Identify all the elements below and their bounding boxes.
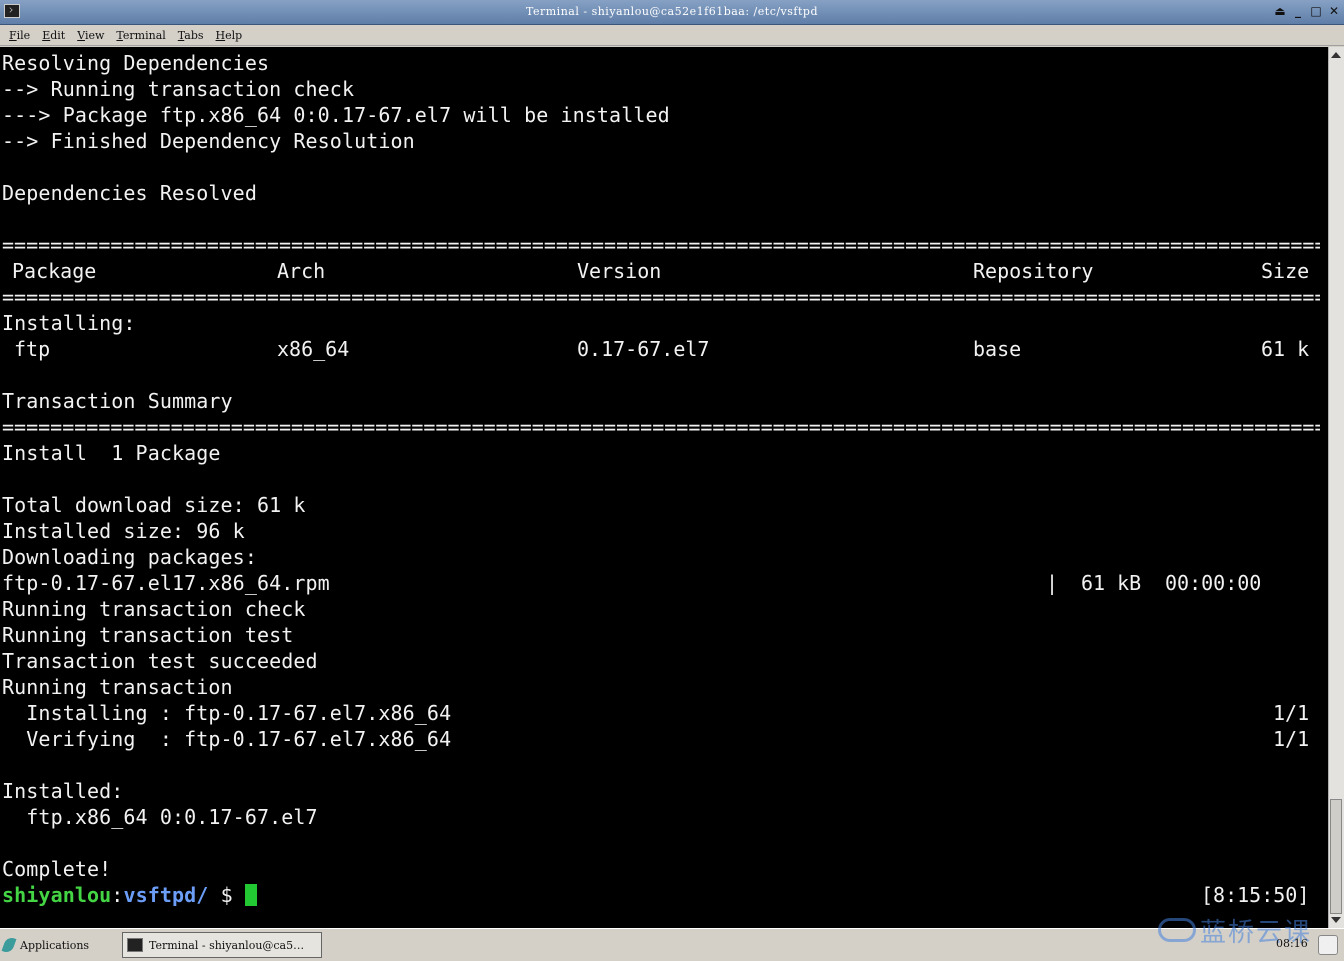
running-check: Running transaction check (2, 597, 306, 621)
menu-tabs[interactable]: Tabs (173, 29, 211, 42)
table-cell-size: 61 k (1261, 337, 1310, 361)
rpm-file: ftp-0.17-67.el17.x86_64.rpm (2, 571, 330, 595)
running-test: Running transaction test (2, 623, 294, 647)
downloading-label: Downloading packages: (2, 545, 257, 569)
terminal-line: --> Finished Dependency Resolution (2, 129, 415, 153)
separator-line: ========================================… (2, 233, 1320, 257)
shade-button[interactable]: ⏏ (1272, 3, 1288, 19)
table-cell-package: ftp (14, 337, 51, 361)
terminal-line: --> Running transaction check (2, 77, 355, 101)
download-size: Total download size: 61 k (2, 493, 306, 517)
prompt-path: vsftpd/ (123, 883, 209, 907)
prompt-symbol: $ (208, 883, 245, 907)
terminal-line: Dependencies Resolved (2, 181, 257, 205)
prompt-user: shiyanlou (2, 883, 112, 907)
running-transaction: Running transaction (2, 675, 233, 699)
taskbar-clock: 08:16 (1276, 937, 1308, 950)
verifying-step-count: 1/1 (1273, 727, 1310, 751)
close-button[interactable]: ✕ (1326, 3, 1342, 19)
scroll-up-arrow-icon[interactable] (1331, 52, 1341, 58)
table-header-package: Package (12, 259, 97, 283)
menu-file[interactable]: File (4, 29, 37, 42)
applications-leaf-icon (1, 935, 17, 955)
terminal-output[interactable]: Resolving Dependencies --> Running trans… (0, 47, 1328, 928)
taskbar-terminal-button[interactable]: Terminal - shiyanlou@ca5… (122, 932, 322, 958)
menu-help[interactable]: Help (211, 29, 250, 42)
table-header-arch: Arch (277, 259, 326, 283)
rpm-time: 00:00:00 (1165, 571, 1262, 595)
system-tray-icon[interactable] (1318, 935, 1338, 955)
table-cell-repository: base (973, 337, 1022, 361)
scrollbar-thumb[interactable] (1330, 799, 1342, 914)
summary-label: Transaction Summary (2, 389, 233, 413)
separator-line: ========================================… (2, 285, 1320, 309)
watermark-logo: 蓝桥云课 (1158, 913, 1338, 948)
applications-menu[interactable]: Applications (1, 933, 90, 957)
progress-bar-divider: | (1046, 571, 1059, 595)
installed-size: Installed size: 96 k (2, 519, 245, 543)
table-cell-arch: x86_64 (277, 337, 350, 361)
shell-prompt[interactable]: shiyanlou:vsftpd/ $ (2, 882, 257, 908)
taskbar: Applications Terminal - shiyanlou@ca5… 蓝… (0, 918, 1344, 961)
complete-message: Complete! (2, 857, 112, 881)
vertical-scrollbar[interactable] (1328, 47, 1344, 928)
window-titlebar[interactable]: Terminal - shiyanlou@ca52e1f61baa: /etc/… (0, 0, 1344, 25)
terminal-task-icon (127, 938, 143, 952)
prompt-colon: : (111, 883, 124, 907)
terminal-line: ---> Package ftp.x86_64 0:0.17-67.el7 wi… (2, 103, 670, 127)
verifying-step: Verifying : ftp-0.17-67.el7.x86_64 (2, 727, 452, 751)
table-header-repository: Repository (973, 259, 1094, 283)
taskbar-terminal-label: Terminal - shiyanlou@ca5… (149, 938, 305, 952)
maximize-button[interactable]: □ (1308, 3, 1324, 19)
menu-bar: File Edit View Terminal Tabs Help (0, 25, 1344, 46)
test-succeeded: Transaction test succeeded (2, 649, 318, 673)
minimize-button[interactable]: _ (1290, 3, 1306, 19)
installed-package: ftp.x86_64 0:0.17-67.el7 (2, 805, 318, 829)
menu-terminal[interactable]: Terminal (111, 29, 172, 42)
rpm-size: 61 kB (1081, 571, 1142, 595)
text-cursor (244, 884, 257, 906)
installing-step-count: 1/1 (1273, 701, 1310, 725)
separator-line: ========================================… (2, 415, 1320, 439)
lanqiao-logo-icon (1158, 918, 1196, 942)
menu-view[interactable]: View (72, 29, 111, 42)
terminal-line: Resolving Dependencies (2, 51, 270, 75)
table-cell-version: 0.17-67.el7 (577, 337, 710, 361)
installing-step: Installing : ftp-0.17-67.el7.x86_64 (2, 701, 452, 725)
install-count: Install 1 Package (2, 441, 221, 465)
installed-label: Installed: (2, 779, 124, 803)
table-header-version: Version (577, 259, 662, 283)
window-title: Terminal - shiyanlou@ca52e1f61baa: /etc/… (526, 5, 818, 18)
applications-label: Applications (20, 938, 90, 952)
menu-edit[interactable]: Edit (37, 29, 72, 42)
installing-label: Installing: (2, 311, 136, 335)
prompt-time: [8:15:50] (1201, 883, 1310, 907)
table-header-size: Size (1261, 259, 1310, 283)
